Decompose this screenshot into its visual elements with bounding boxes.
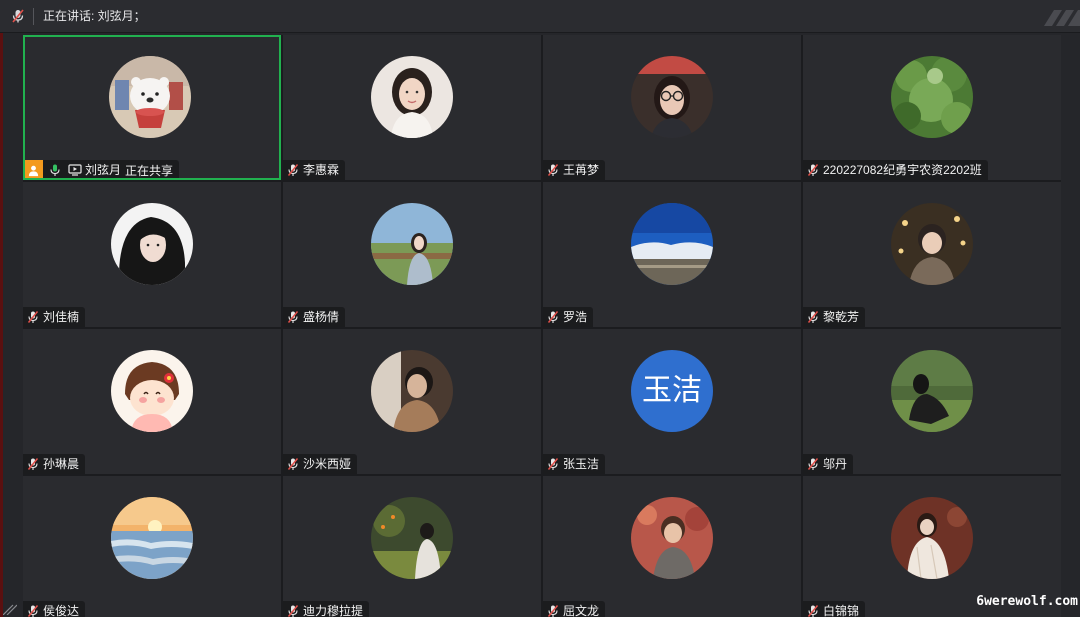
mic-muted-icon [27,311,39,323]
participant-name: 沙米西娅 [303,457,352,471]
participant-tile[interactable]: 迪力穆拉提 [283,476,541,617]
participant-name: 迪力穆拉提 [303,604,364,617]
top-bar-divider [33,8,34,25]
mic-muted-icon [287,605,299,617]
participant-name: 220227082纪勇宇农资2202班 [823,163,982,177]
avatar [111,350,193,432]
top-bar: 正在讲话: 刘弦月； [0,0,1080,33]
sharing-status: 正在共享 [125,163,174,178]
avatar [111,203,193,285]
left-edge-accent [0,0,3,617]
avatar [371,350,453,432]
avatar [891,497,973,579]
right-gutter [1061,35,1080,617]
avatar [891,350,973,432]
participant-name-bar: 迪力穆拉提 [283,601,370,617]
watermark: 6werewolf.com [976,594,1078,609]
participant-name: 白锦锦 [823,604,860,617]
mic-muted-icon [807,311,819,323]
participant-name: 刘弦月 [85,163,122,177]
participant-tile[interactable]: 刘佳楠 [23,182,281,327]
participant-name-bar: 邬丹 [803,454,854,474]
participant-tile-host[interactable]: 刘弦月 正在共享 [23,35,281,180]
participant-tile[interactable]: 盛杨倩 [283,182,541,327]
participant-tile[interactable]: 沙米西娅 [283,329,541,474]
participant-tile[interactable]: 黎乾芳 [803,182,1061,327]
participant-name-bar: 罗浩 [543,307,594,327]
participant-name-bar: 刘弦月 正在共享 [25,160,180,178]
mic-muted-icon [807,458,819,470]
mic-muted-icon[interactable] [10,8,26,24]
mic-muted-icon [547,458,559,470]
avatar [109,56,191,138]
participant-tile[interactable]: 侯俊达 [23,476,281,617]
mic-muted-icon [287,164,299,176]
video-grid: 刘弦月 正在共享 李惠霖 王苒梦 220227082纪勇宇农资2202班 刘佳楠… [23,35,1061,617]
resize-grip-icon[interactable] [3,603,17,615]
mic-muted-icon [807,605,819,617]
participant-name: 邬丹 [823,457,848,471]
avatar [371,203,453,285]
participant-tile[interactable]: 李惠霖 [283,35,541,180]
participant-tile[interactable]: 220227082纪勇宇农资2202班 [803,35,1061,180]
participant-tile[interactable]: 邬丹 [803,329,1061,474]
mic-muted-icon [287,311,299,323]
avatar [631,56,713,138]
participant-name-bar: 张玉洁 [543,454,606,474]
participant-name: 李惠霖 [303,163,340,177]
text-avatar: 玉洁 [631,350,713,432]
participant-tile[interactable]: 罗浩 [543,182,801,327]
avatar [371,56,453,138]
mic-muted-icon [547,605,559,617]
participant-name-bar: 屈文龙 [543,601,606,617]
mic-muted-icon [27,458,39,470]
participant-tile[interactable]: 屈文龙 [543,476,801,617]
participant-name-bar: 220227082纪勇宇农资2202班 [803,160,988,180]
window-corner-decoration [1044,10,1080,26]
participant-name-bar: 李惠霖 [283,160,346,180]
participant-name-bar: 孙琳晨 [23,454,86,474]
host-person-icon [25,160,43,178]
mic-muted-icon [27,605,39,617]
participant-name-bar: 侯俊达 [23,601,86,617]
mic-muted-icon [547,311,559,323]
participant-name-bar: 刘佳楠 [23,307,86,327]
participant-tile[interactable]: 玉洁 张玉洁 [543,329,801,474]
participant-name: 刘佳楠 [43,310,80,324]
meeting-window: 正在讲话: 刘弦月； 刘弦月 正在共享 李惠霖 王苒梦 220227082纪勇宇… [0,0,1080,617]
mic-muted-icon [287,458,299,470]
avatar [631,203,713,285]
participant-name: 罗浩 [563,310,588,324]
avatar [371,497,453,579]
speaking-indicator: 正在讲话: 刘弦月； [43,9,146,23]
mic-icon [50,164,60,176]
avatar [891,203,973,285]
mic-muted-icon [547,164,559,176]
screen-share-icon [68,164,82,176]
participant-name: 侯俊达 [43,604,80,617]
participant-name: 屈文龙 [563,604,600,617]
participant-name: 张玉洁 [563,457,600,471]
participant-name-bar: 沙米西娅 [283,454,358,474]
participant-name: 黎乾芳 [823,310,860,324]
participant-name-bar: 盛杨倩 [283,307,346,327]
participant-name: 盛杨倩 [303,310,340,324]
participant-tile[interactable]: 孙琳晨 [23,329,281,474]
participant-name: 孙琳晨 [43,457,80,471]
participant-name: 王苒梦 [563,163,600,177]
participant-name-bar: 黎乾芳 [803,307,866,327]
avatar [631,497,713,579]
participant-name-bar: 王苒梦 [543,160,606,180]
participant-name-bar: 白锦锦 [803,601,866,617]
avatar [111,497,193,579]
participant-tile[interactable]: 王苒梦 [543,35,801,180]
avatar [891,56,973,138]
mic-muted-icon [807,164,819,176]
